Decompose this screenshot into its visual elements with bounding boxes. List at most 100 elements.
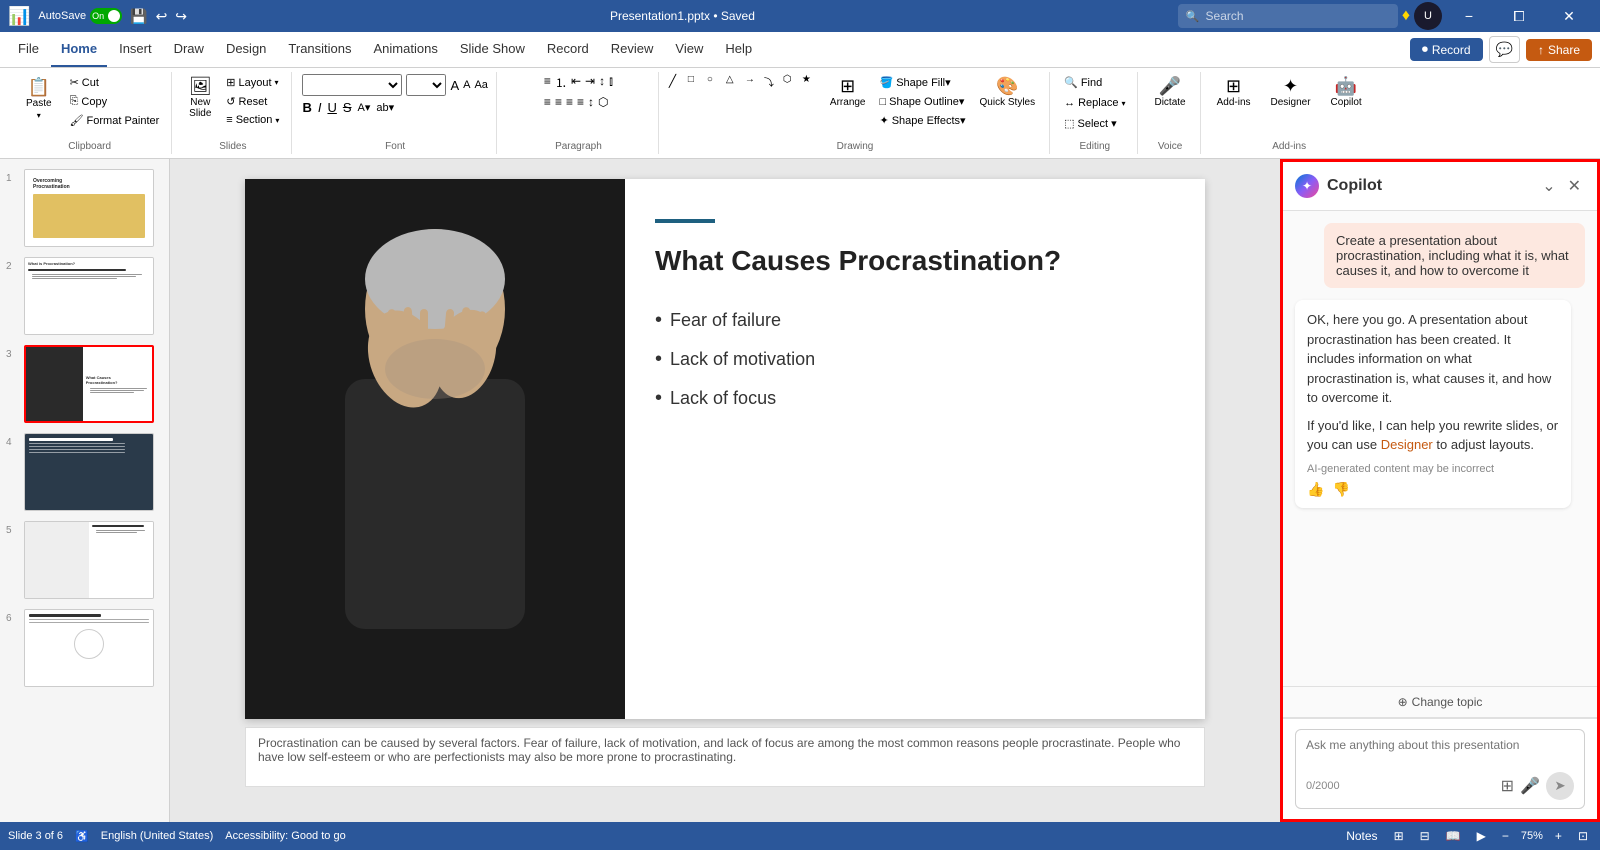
copilot-input[interactable] (1306, 738, 1574, 766)
font-family-select[interactable] (302, 74, 402, 96)
strikethrough-button[interactable]: S (343, 100, 352, 115)
find-button[interactable]: 🔍 Find (1060, 74, 1106, 91)
designer-link[interactable]: Designer (1381, 437, 1433, 452)
indent-left-btn[interactable]: ⇤ (571, 74, 581, 91)
tab-design[interactable]: Design (216, 32, 276, 67)
autosave-toggle[interactable]: AutoSave On (38, 8, 122, 24)
reset-button[interactable]: ↺ Reset (222, 93, 283, 110)
notes-btn[interactable]: Notes (1342, 827, 1381, 845)
dictate-button[interactable]: 🎤 Dictate (1148, 74, 1191, 111)
align-right-btn[interactable]: ≡ (566, 95, 573, 109)
add-ins-button[interactable]: ⊞ Add-ins (1211, 74, 1257, 111)
search-input[interactable] (1206, 9, 1390, 23)
autosave-switch[interactable]: On (90, 8, 122, 24)
slide-thumb-3[interactable]: 3 What CausesProcrastination? (4, 343, 165, 425)
thumbs-up-btn[interactable]: 👍 (1307, 481, 1324, 498)
align-left-btn[interactable]: ≡ (544, 95, 551, 109)
shape-5[interactable]: → (745, 74, 763, 89)
quick-styles-button[interactable]: 🎨 Quick Styles (974, 74, 1042, 111)
slide-show-btn[interactable]: ▶ (1473, 827, 1490, 845)
tab-transitions[interactable]: Transitions (278, 32, 361, 67)
arrange-button[interactable]: ⊞ Arrange (824, 74, 872, 111)
columns-btn[interactable]: ⫾ (609, 74, 613, 91)
search-box[interactable]: 🔍 (1178, 4, 1398, 28)
tab-draw[interactable]: Draw (164, 32, 214, 67)
underline-button[interactable]: U (327, 100, 336, 115)
paste-button[interactable]: 📋 Paste ▾ (16, 74, 62, 124)
tab-help[interactable]: Help (715, 32, 762, 67)
indent-right-btn[interactable]: ⇥ (585, 74, 595, 91)
copilot-ribbon-button[interactable]: 🤖 Copilot (1325, 74, 1368, 111)
shape-2[interactable]: □ (688, 74, 706, 89)
decrease-font-btn[interactable]: A (463, 79, 470, 91)
save-icon[interactable]: 💾 (130, 8, 147, 25)
clear-format-btn[interactable]: Aa (474, 79, 487, 91)
align-center-btn[interactable]: ≡ (555, 95, 562, 109)
bullet-3[interactable]: • Lack of focus (655, 387, 1175, 410)
numbering-btn[interactable]: ⒈ (555, 74, 567, 91)
tab-view[interactable]: View (665, 32, 713, 67)
record-button[interactable]: ⏺ Record (1410, 38, 1483, 61)
user-avatar[interactable]: U (1414, 2, 1442, 30)
convert-to-smartart-btn[interactable]: ⬡ (598, 95, 608, 109)
select-button[interactable]: ⬚ Select ▾ (1060, 115, 1121, 132)
copilot-attach-btn[interactable]: ⊞ (1501, 776, 1514, 796)
thumbs-down-btn[interactable]: 👎 (1332, 481, 1349, 498)
layout-button[interactable]: ⊞ Layout ▾ (222, 74, 283, 91)
shape-1[interactable]: ╱ (669, 74, 687, 89)
shape-effects-btn[interactable]: ✦ Shape Effects▾ (876, 112, 970, 129)
slide-thumb-5[interactable]: 5 (4, 519, 165, 601)
slide-thumb-4[interactable]: 4 (4, 431, 165, 513)
tab-record[interactable]: Record (537, 32, 599, 67)
line-spacing-btn[interactable]: ↕ (599, 74, 605, 91)
redo-icon[interactable]: ↪ (175, 8, 187, 25)
slide-title[interactable]: What Causes Procrastination? (655, 243, 1175, 279)
cut-button[interactable]: ✂ Cut (66, 74, 164, 91)
shape-3[interactable]: ○ (707, 74, 725, 89)
copilot-input-box[interactable]: 0/2000 ⊞ 🎤 ➤ (1295, 729, 1585, 809)
new-slide-button[interactable]: 🖼 NewSlide (182, 74, 218, 122)
tab-insert[interactable]: Insert (109, 32, 162, 67)
copilot-chevron-btn[interactable]: ⌄ (1538, 172, 1559, 200)
shape-outline-btn[interactable]: □ Shape Outline▾ (876, 93, 970, 110)
shape-7[interactable]: ⬡ (783, 74, 801, 89)
zoom-out-btn[interactable]: − (1498, 827, 1513, 845)
tab-review[interactable]: Review (601, 32, 664, 67)
slide-thumb-1[interactable]: 1 OvercomingProcrastination (4, 167, 165, 249)
tab-file[interactable]: File (8, 32, 49, 67)
shape-fill-btn[interactable]: 🪣 Shape Fill▾ (876, 74, 970, 91)
designer-button[interactable]: ✦ Designer (1265, 74, 1317, 111)
tab-home[interactable]: Home (51, 32, 107, 67)
bullets-btn[interactable]: ≡ (544, 74, 551, 91)
tab-slideshow[interactable]: Slide Show (450, 32, 535, 67)
shape-6[interactable]: ⤵ (764, 74, 782, 89)
font-size-select[interactable] (406, 74, 446, 96)
tab-animations[interactable]: Animations (364, 32, 448, 67)
bullet-2[interactable]: • Lack of motivation (655, 348, 1175, 371)
comments-button[interactable]: 💬 (1489, 36, 1520, 63)
fit-slide-btn[interactable]: ⊡ (1574, 827, 1592, 845)
bullet-1[interactable]: • Fear of failure (655, 309, 1175, 332)
close-button[interactable]: ✕ (1546, 0, 1592, 32)
replace-button[interactable]: ↔ Replace ▾ (1060, 95, 1129, 111)
shape-4[interactable]: △ (726, 74, 744, 89)
slide-thumb-2[interactable]: 2 What is Procrastination? (4, 255, 165, 337)
text-direction-btn[interactable]: ↕ (588, 95, 594, 109)
bold-button[interactable]: B (302, 100, 311, 115)
minimize-button[interactable]: − (1446, 0, 1492, 32)
font-color-btn[interactable]: A▾ (358, 101, 371, 114)
change-topic-button[interactable]: ⊕ Change topic (1398, 695, 1483, 709)
normal-view-btn[interactable]: ⊞ (1390, 827, 1408, 845)
slide-thumb-6[interactable]: 6 (4, 607, 165, 689)
copilot-close-btn[interactable]: ✕ (1564, 172, 1585, 200)
shape-8[interactable]: ★ (802, 74, 820, 89)
share-button[interactable]: ↑ Share (1526, 39, 1592, 61)
zoom-in-btn[interactable]: + (1551, 827, 1566, 845)
slide-canvas[interactable]: What Causes Procrastination? • Fear of f… (245, 179, 1205, 719)
increase-font-btn[interactable]: A (450, 78, 459, 93)
highlight-color-btn[interactable]: ab▾ (376, 101, 394, 114)
slide-sorter-btn[interactable]: ⊟ (1416, 827, 1434, 845)
format-painter-button[interactable]: 🖌 Format Painter (66, 112, 164, 129)
notes-text[interactable]: Procrastination can be caused by several… (258, 736, 1180, 764)
section-button[interactable]: ≡ Section ▾ (222, 112, 283, 128)
